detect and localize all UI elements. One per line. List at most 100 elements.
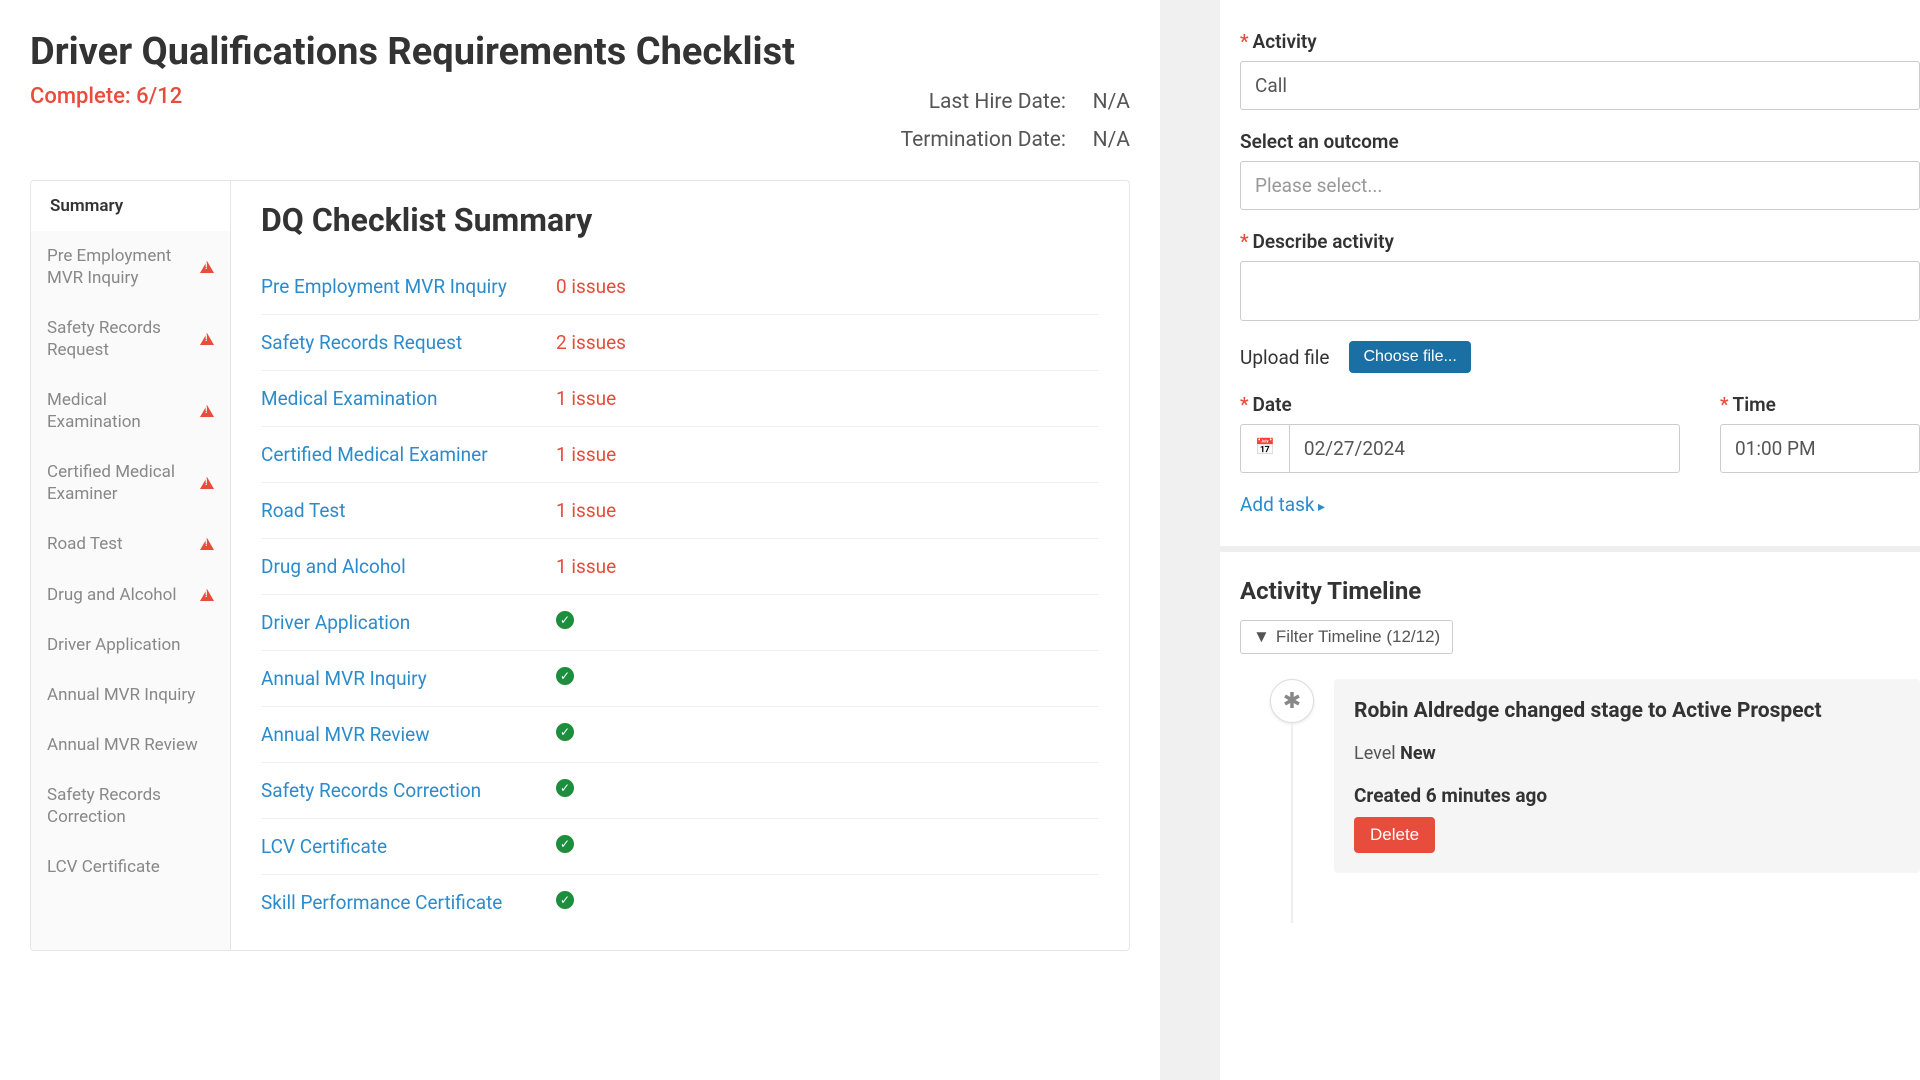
checklist-status: ✓ [556, 723, 574, 746]
check-icon: ✓ [556, 723, 574, 741]
choose-file-button[interactable]: Choose file... [1349, 341, 1470, 373]
warning-icon [200, 261, 214, 273]
checklist-status: 1 issue [556, 555, 616, 578]
checklist-item-link[interactable]: Pre Employment MVR Inquiry [261, 275, 556, 298]
sidebar-item-label: Safety Records Request [47, 317, 192, 361]
last-hire-value: N/A [1086, 84, 1130, 122]
checklist-status: 1 issue [556, 443, 616, 466]
warning-icon [200, 538, 214, 550]
sidebar-item-5[interactable]: Road Test [31, 519, 230, 569]
sidebar-item-7[interactable]: Driver Application [31, 620, 230, 670]
termination-value: N/A [1086, 122, 1130, 160]
checklist-status: ✓ [556, 779, 574, 802]
timeline-line [1291, 723, 1293, 923]
add-task-link[interactable]: Add task [1240, 493, 1325, 516]
sidebar-item-3[interactable]: Medical Examination [31, 375, 230, 447]
checklist-item-link[interactable]: LCV Certificate [261, 835, 556, 858]
timeline-card: Robin Aldredge changed stage to Active P… [1334, 679, 1920, 873]
checklist-row: Certified Medical Examiner1 issue [261, 427, 1099, 483]
sidebar-item-11[interactable]: LCV Certificate [31, 842, 230, 892]
checklist-item-link[interactable]: Medical Examination [261, 387, 556, 410]
sidebar-item-1[interactable]: Pre Employment MVR Inquiry [31, 231, 230, 303]
termination-label: Termination Date: [901, 122, 1066, 160]
activity-select[interactable]: Call [1240, 61, 1920, 110]
sidebar-item-label: Summary [50, 195, 214, 217]
filter-icon: ▼ [1253, 627, 1270, 647]
complete-status: Complete: 6/12 [30, 84, 182, 109]
sidebar: Summary Pre Employment MVR Inquiry Safety … [31, 181, 231, 950]
checklist-row: Driver Application✓ [261, 595, 1099, 651]
timeline-created: Created 6 minutes ago [1354, 784, 1900, 807]
warning-icon [200, 333, 214, 345]
checklist-row: Annual MVR Inquiry✓ [261, 651, 1099, 707]
time-label: *Time [1720, 393, 1920, 416]
sidebar-item-label: Safety Records Correction [47, 784, 214, 828]
check-icon: ✓ [556, 611, 574, 629]
sidebar-item-4[interactable]: Certified Medical Examiner [31, 447, 230, 519]
checklist-status: ✓ [556, 891, 574, 914]
timeline-event-title: Robin Aldredge changed stage to Active P… [1354, 699, 1900, 723]
checklist-item-link[interactable]: Safety Records Request [261, 331, 556, 354]
outcome-select[interactable]: Please select... [1240, 161, 1920, 210]
checklist-row: Annual MVR Review✓ [261, 707, 1099, 763]
checklist-status: 1 issue [556, 387, 616, 410]
filter-timeline-button[interactable]: ▼ Filter Timeline (12/12) [1240, 620, 1453, 654]
checklist-status: ✓ [556, 835, 574, 858]
checklist-status: 1 issue [556, 499, 616, 522]
sidebar-item-label: Driver Application [47, 634, 214, 656]
checklist-item-link[interactable]: Certified Medical Examiner [261, 443, 556, 466]
timeline-level: Level New [1354, 743, 1900, 764]
checklist-item-link[interactable]: Safety Records Correction [261, 779, 556, 802]
calendar-icon[interactable]: 📅 [1240, 424, 1289, 473]
checklist-row: Safety Records Correction✓ [261, 763, 1099, 819]
checklist-row: Medical Examination1 issue [261, 371, 1099, 427]
sidebar-item-9[interactable]: Annual MVR Review [31, 720, 230, 770]
check-icon: ✓ [556, 835, 574, 853]
checklist-item-link[interactable]: Annual MVR Review [261, 723, 556, 746]
summary-title: DQ Checklist Summary [261, 201, 1099, 239]
checklist-item-link[interactable]: Annual MVR Inquiry [261, 667, 556, 690]
sidebar-item-label: Road Test [47, 533, 192, 555]
outcome-label: Select an outcome [1240, 130, 1920, 153]
checklist-item-link[interactable]: Driver Application [261, 611, 556, 634]
sidebar-item-6[interactable]: Drug and Alcohol [31, 570, 230, 620]
activity-label: *Activity [1240, 30, 1920, 53]
checklist-row: LCV Certificate✓ [261, 819, 1099, 875]
warning-icon [200, 477, 214, 489]
checklist-status: ✓ [556, 611, 574, 634]
upload-label: Upload file [1240, 346, 1329, 369]
checklist-status: 2 issues [556, 331, 626, 354]
checklist-row: Road Test1 issue [261, 483, 1099, 539]
describe-label: *Describe activity [1240, 230, 1920, 253]
describe-textarea[interactable] [1240, 261, 1920, 321]
sidebar-item-label: Pre Employment MVR Inquiry [47, 245, 192, 289]
checklist-row: Skill Performance Certificate✓ [261, 875, 1099, 930]
delete-button[interactable]: Delete [1354, 817, 1435, 853]
sidebar-item-0[interactable]: Summary [31, 181, 230, 231]
checklist-item-link[interactable]: Road Test [261, 499, 556, 522]
sidebar-item-10[interactable]: Safety Records Correction [31, 770, 230, 842]
checklist-status: ✓ [556, 667, 574, 690]
sidebar-item-label: LCV Certificate [47, 856, 214, 878]
checklist-item-link[interactable]: Drug and Alcohol [261, 555, 556, 578]
check-icon: ✓ [556, 891, 574, 909]
checklist-table: Pre Employment MVR Inquiry0 issuesSafety… [261, 259, 1099, 930]
filter-label: Filter Timeline (12/12) [1276, 627, 1440, 647]
sidebar-item-2[interactable]: Safety Records Request [31, 303, 230, 375]
divider [1220, 546, 1920, 552]
page-title: Driver Qualifications Requirements Check… [30, 30, 1160, 74]
checklist-row: Safety Records Request2 issues [261, 315, 1099, 371]
sidebar-item-label: Annual MVR Review [47, 734, 214, 756]
warning-icon [200, 589, 214, 601]
timeline-marker-icon: ✱ [1270, 679, 1314, 723]
date-input[interactable]: 02/27/2024 [1289, 424, 1680, 473]
check-icon: ✓ [556, 779, 574, 797]
sidebar-item-label: Certified Medical Examiner [47, 461, 192, 505]
checklist-row: Pre Employment MVR Inquiry0 issues [261, 259, 1099, 315]
sidebar-item-8[interactable]: Annual MVR Inquiry [31, 670, 230, 720]
checklist-item-link[interactable]: Skill Performance Certificate [261, 891, 556, 914]
last-hire-label: Last Hire Date: [929, 84, 1066, 122]
time-input[interactable]: 01:00 PM [1720, 424, 1920, 473]
dates-block: Last Hire Date: N/A Termination Date: N/… [901, 84, 1130, 160]
date-label: *Date [1240, 393, 1680, 416]
